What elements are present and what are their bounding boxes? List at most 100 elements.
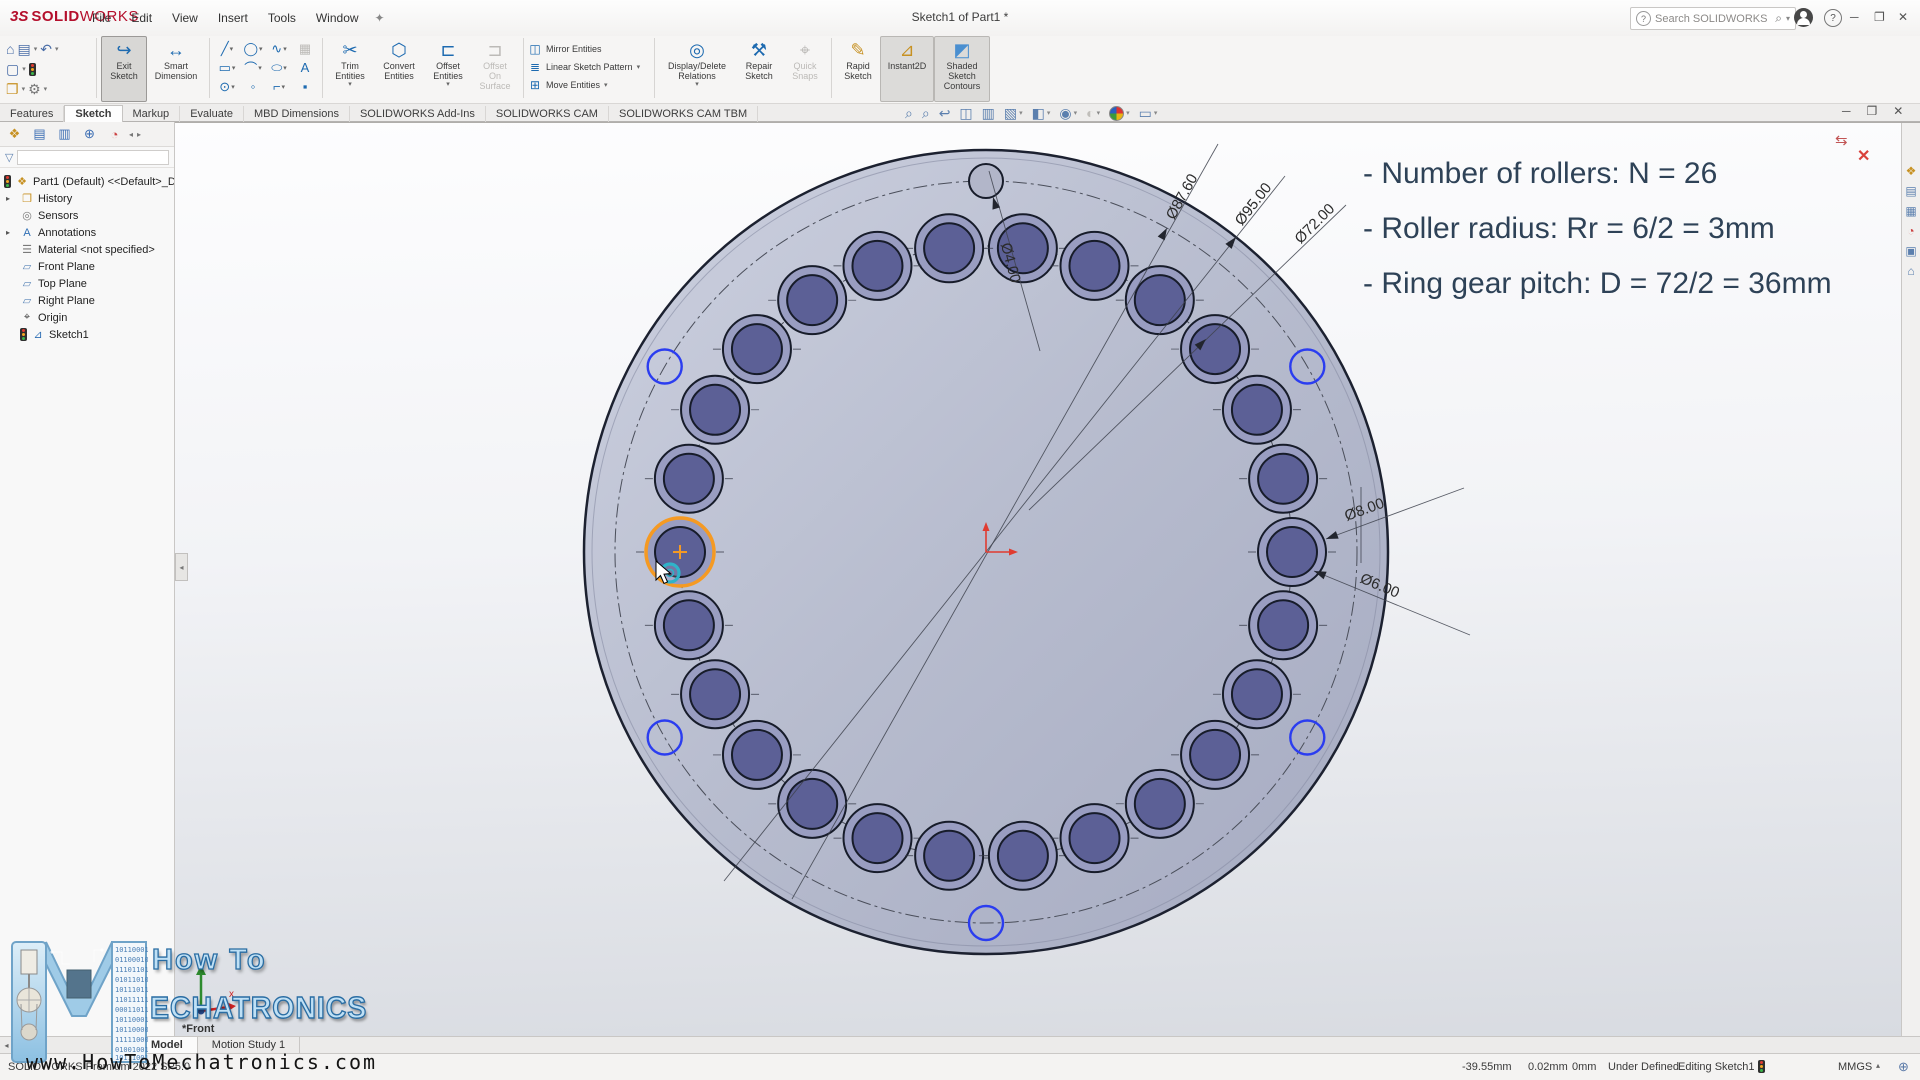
caret-icon[interactable]: ▾ — [258, 64, 262, 72]
view-palette-icon[interactable]: ▦ — [1905, 205, 1916, 218]
design-checker-icon[interactable] — [29, 63, 36, 76]
view-selector-icon[interactable]: ▥ — [982, 105, 995, 122]
graphics-area[interactable]: Ø95.00Ø87.60Ø72.00Ø4.00Ø8.00Ø6.00 - Numb… — [175, 122, 1920, 1036]
save-caret-icon[interactable]: ▾ — [34, 45, 38, 53]
expand-icon[interactable]: ▸ — [6, 194, 10, 203]
units-caret-icon[interactable]: ▴ — [1876, 1061, 1880, 1070]
options-gear-icon[interactable]: ⚙ — [28, 81, 41, 98]
appearances-icon[interactable]: ◔ — [1907, 225, 1914, 238]
roller[interactable] — [1258, 454, 1308, 504]
display-delete-relations-button[interactable]: ◎ Display/Delete Relations ▾ — [659, 36, 735, 102]
caret-icon[interactable]: ▾ — [446, 81, 450, 89]
convert-entities-button[interactable]: ⬡ Convert Entities — [373, 36, 425, 102]
units-selector[interactable]: MMGS — [1838, 1061, 1872, 1073]
roller[interactable] — [924, 223, 974, 273]
roller[interactable] — [664, 454, 714, 504]
instant2d-button[interactable]: ⊿ Instant2D — [880, 36, 934, 102]
panel-tab-right-icon[interactable]: ▸ — [135, 130, 143, 139]
new-document-icon[interactable]: ▢ — [6, 61, 19, 78]
pin-hole-top[interactable] — [969, 164, 1003, 198]
propertymanager-tab-icon[interactable]: ▤ — [27, 126, 52, 142]
roller[interactable] — [664, 600, 714, 650]
dimension-label[interactable]: Ø72.00 — [1291, 200, 1338, 247]
panel-collapse-handle[interactable]: ◂ — [175, 553, 188, 581]
display-style-icon[interactable]: ◧▾ — [1032, 105, 1051, 122]
tree-item-sensors[interactable]: ◎Sensors — [0, 207, 174, 224]
custom-properties-icon[interactable]: ▣ — [1905, 245, 1916, 258]
roller[interactable] — [1070, 813, 1120, 863]
filter-funnel-icon[interactable]: ▽ — [5, 151, 13, 164]
solidworks-resources-icon[interactable]: ⌂ — [1907, 265, 1914, 278]
cancel-sketch-icon[interactable]: ✕ — [1857, 146, 1870, 166]
caret-icon[interactable]: ▾ — [283, 64, 287, 72]
caret-icon[interactable]: ▾ — [231, 83, 235, 91]
tab-solidworks-add-ins[interactable]: SOLIDWORKS Add-Ins — [350, 106, 486, 123]
rectangle-tool[interactable]: ▭▾ — [214, 58, 240, 77]
pin-menu-icon[interactable]: ✦ — [369, 11, 391, 25]
linear-sketch-pattern-button[interactable]: ≣ Linear Sketch Pattern ▾ — [528, 58, 650, 76]
undo-icon[interactable]: ↶ — [40, 41, 52, 58]
tree-item-top-plane[interactable]: ▱Top Plane — [0, 275, 174, 292]
edit-appearance-icon[interactable]: ◐▾ — [1086, 105, 1100, 121]
minimize-button[interactable]: ─ — [1850, 10, 1859, 24]
home-icon[interactable]: ⌂ — [6, 41, 14, 57]
fillet-tool[interactable]: ⌐▾ — [266, 77, 292, 96]
arc-tool[interactable]: ⌒▾ — [240, 58, 266, 77]
open-caret-icon[interactable]: ▾ — [22, 85, 26, 93]
menu-file[interactable]: File — [82, 0, 121, 36]
text-tool[interactable]: A — [292, 58, 318, 77]
roller[interactable] — [853, 813, 903, 863]
menu-tools[interactable]: Tools — [258, 0, 306, 36]
shaded-sketch-contours-button[interactable]: ◩ Shaded Sketch Contours — [934, 36, 990, 102]
roller[interactable] — [787, 779, 837, 829]
spline-tool[interactable]: ∿▾ — [266, 39, 292, 58]
tree-item-annotations[interactable]: ▸AAnnotations — [0, 224, 174, 241]
search-input[interactable]: ? Search SOLIDWORKS Help ⌕ ▾ — [1630, 7, 1796, 30]
user-avatar[interactable] — [1794, 8, 1813, 27]
section-view-icon[interactable]: ◫ — [959, 105, 972, 122]
tree-item-right-plane[interactable]: ▱Right Plane — [0, 292, 174, 309]
plane-tool[interactable]: ▪ — [292, 77, 318, 96]
menu-edit[interactable]: Edit — [121, 0, 162, 36]
menu-view[interactable]: View — [162, 0, 208, 36]
tab-mbd-dimensions[interactable]: MBD Dimensions — [244, 106, 350, 123]
dimension-label[interactable]: Ø95.00 — [1232, 180, 1276, 229]
roller[interactable] — [690, 669, 740, 719]
sketch-viewport[interactable]: Ø95.00Ø87.60Ø72.00Ø4.00Ø8.00Ø6.00 — [175, 123, 1920, 1037]
filter-input[interactable] — [17, 150, 169, 165]
view-orientation-icon[interactable]: ▧▾ — [1004, 105, 1023, 122]
caret-icon[interactable]: ▾ — [695, 81, 699, 89]
tree-item-history[interactable]: ▸❐History — [0, 190, 174, 207]
roller[interactable] — [1258, 600, 1308, 650]
tab-markup[interactable]: Markup — [123, 106, 181, 123]
caret-icon[interactable]: ▾ — [637, 63, 641, 71]
menu-insert[interactable]: Insert — [208, 0, 258, 36]
smart-dimension-button[interactable]: ↔ Smart Dimension — [147, 36, 205, 102]
featuremanager-tab-icon[interactable]: ❖ — [2, 126, 27, 142]
new-caret-icon[interactable]: ▾ — [22, 65, 26, 73]
roller[interactable] — [1135, 779, 1185, 829]
search-caret-icon[interactable]: ▾ — [1786, 14, 1790, 23]
exit-sketch-button[interactable]: ↪ Exit Sketch — [101, 36, 147, 102]
rapid-sketch-button[interactable]: ✎ Rapid Sketch — [836, 36, 880, 102]
expand-icon[interactable]: ▸ — [6, 228, 10, 237]
menu-window[interactable]: Window — [306, 0, 369, 36]
caret-icon[interactable]: ▾ — [348, 81, 352, 89]
caret-icon[interactable]: ▾ — [282, 83, 286, 91]
zoom-to-area-icon[interactable]: ⌕ — [922, 105, 930, 122]
offset-entities-button[interactable]: ⊏ Offset Entities ▾ — [425, 36, 471, 102]
search-icon[interactable]: ⌕ — [1775, 11, 1782, 26]
doc-restore-icon[interactable]: ❐ — [1867, 104, 1878, 118]
point-tool[interactable]: ⊙▾ — [214, 77, 240, 96]
roller[interactable] — [732, 730, 782, 780]
roller[interactable] — [690, 385, 740, 435]
configurationmanager-tab-icon[interactable]: ▥ — [52, 126, 77, 142]
tab-solidworks-cam-tbm[interactable]: SOLIDWORKS CAM TBM — [609, 106, 758, 123]
displaymanager-tab-icon[interactable]: ◔ — [102, 127, 127, 142]
previous-view-icon[interactable]: ↩ — [939, 105, 951, 122]
repair-sketch-button[interactable]: ⚒ Repair Sketch — [735, 36, 783, 102]
roller[interactable] — [1232, 669, 1282, 719]
tab-features[interactable]: Features — [0, 106, 64, 123]
roller[interactable] — [998, 831, 1048, 881]
roller[interactable] — [1135, 275, 1185, 325]
